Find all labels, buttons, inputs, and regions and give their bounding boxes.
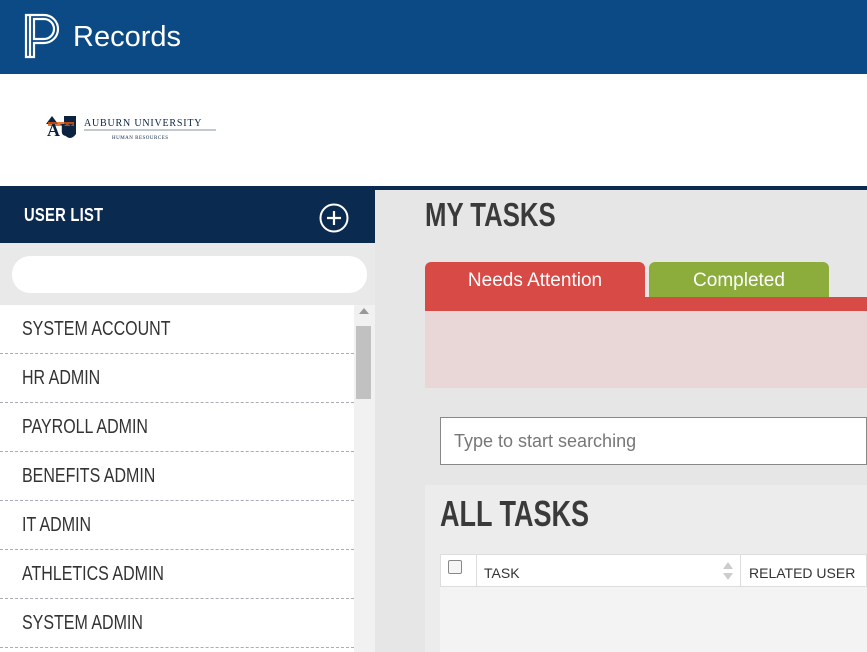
list-item[interactable]: PAYROLL ADMIN: [0, 403, 354, 452]
svg-text:HUMAN RESOURCES: HUMAN RESOURCES: [112, 136, 169, 141]
list-item[interactable]: SYSTEM ACCOUNT: [0, 305, 354, 354]
list-item[interactable]: ATHLETICS ADMIN: [0, 550, 354, 599]
column-header-label: TASK: [484, 565, 520, 581]
tasks-table-header: TASK RELATED USER: [440, 554, 867, 588]
my-tasks-title: MY TASKS: [425, 196, 556, 233]
all-tasks-title: ALL TASKS: [440, 493, 590, 534]
select-all-checkbox[interactable]: [448, 560, 462, 574]
sort-icon[interactable]: [722, 560, 734, 582]
list-item[interactable]: BENEFITS ADMIN: [0, 452, 354, 501]
svg-text:AU: AU: [47, 120, 73, 140]
list-item[interactable]: HR ADMIN: [0, 354, 354, 403]
tasks-table-body: [440, 587, 867, 652]
main-content: MY TASKS Needs Attention Completed ALL T…: [375, 190, 867, 652]
needs-attention-panel: [425, 311, 867, 388]
list-item-label: ATHLETICS ADMIN: [22, 563, 164, 585]
column-header-task[interactable]: TASK: [476, 555, 741, 588]
app-title: Records: [73, 21, 181, 53]
column-header-label: RELATED USER: [749, 565, 856, 581]
list-item-label: SYSTEM ADMIN: [22, 612, 143, 634]
user-list-sidebar: USER LIST SYSTEM ACCOUNT HR ADMIN PAYROL…: [0, 186, 375, 652]
scroll-up-arrow-icon[interactable]: [359, 308, 369, 314]
powerschool-p-logo-icon[interactable]: [22, 13, 62, 59]
top-bar: Records: [0, 0, 867, 74]
plus-circle-icon[interactable]: [319, 203, 349, 233]
tab-underline: [425, 297, 867, 311]
user-list-scrollbar[interactable]: [354, 305, 375, 652]
all-tasks-panel: ALL TASKS TASK RELATED USER: [425, 485, 867, 652]
tab-needs-attention[interactable]: Needs Attention: [425, 262, 645, 298]
select-all-column: [441, 555, 477, 588]
list-item-label: PAYROLL ADMIN: [22, 416, 148, 438]
svg-text:AUBURN UNIVERSITY: AUBURN UNIVERSITY: [84, 118, 202, 129]
list-item-label: SYSTEM ACCOUNT: [22, 318, 171, 340]
list-item-label: IT ADMIN: [22, 514, 92, 536]
list-item-label: HR ADMIN: [22, 367, 101, 389]
task-search-input[interactable]: [440, 417, 867, 465]
tab-completed[interactable]: Completed: [649, 262, 829, 298]
list-item[interactable]: IT ADMIN: [0, 501, 354, 550]
user-list-title: USER LIST: [24, 205, 104, 225]
auburn-university-logo-icon: AU AUBURN UNIVERSITY HUMAN RESOURCES: [46, 116, 216, 141]
user-search-input[interactable]: [12, 256, 367, 293]
scroll-thumb[interactable]: [356, 326, 371, 399]
user-list-header: USER LIST: [0, 186, 375, 243]
list-item[interactable]: SYSTEM ADMIN: [0, 599, 354, 648]
list-item-label: BENEFITS ADMIN: [22, 465, 156, 487]
user-list: SYSTEM ACCOUNT HR ADMIN PAYROLL ADMIN BE…: [0, 305, 354, 652]
